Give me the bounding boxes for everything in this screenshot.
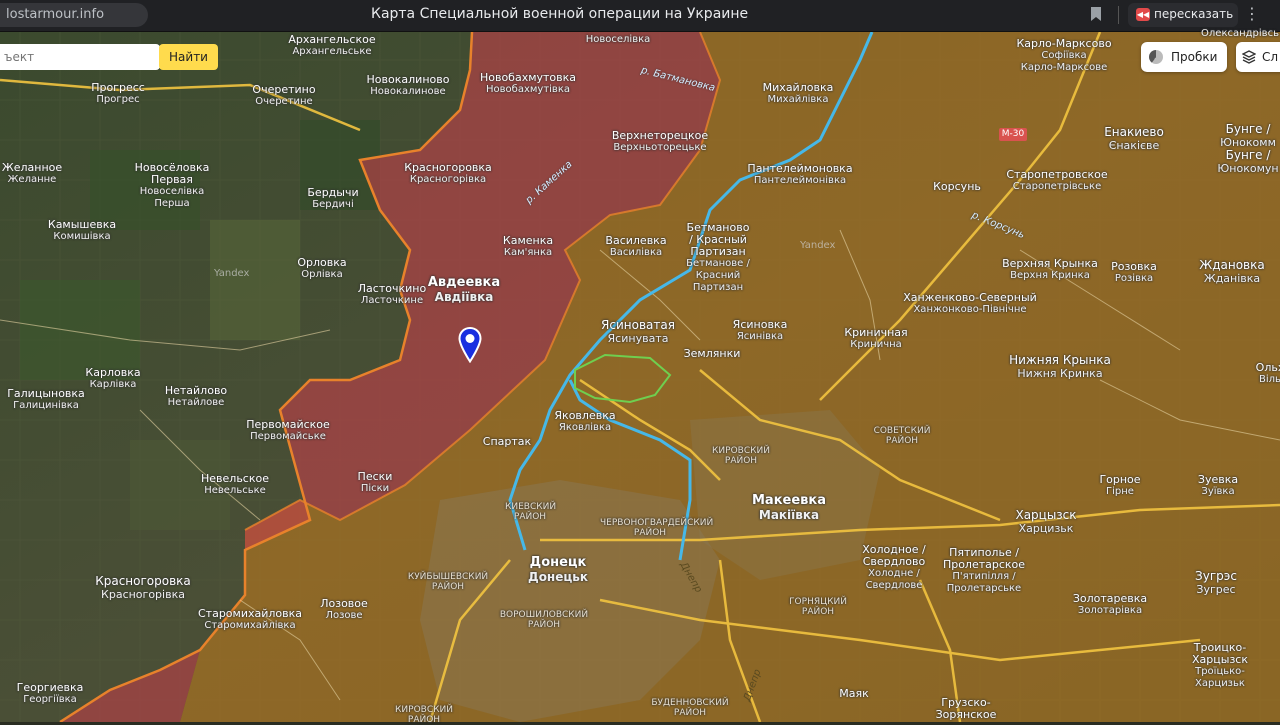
location-pin-icon[interactable]: [458, 327, 482, 363]
label-yakovlevka: Яковлевка Яковлівка: [554, 409, 616, 434]
label-berdychi: Бердычи Бердичі: [307, 186, 359, 211]
yandex-watermark: Yandex: [214, 268, 250, 279]
label-mayak: Маяк: [839, 687, 869, 700]
label-karlovka: Карловка Карлівка: [85, 366, 141, 391]
traffic-label: Пробки: [1171, 50, 1218, 64]
label-donetsk: Донецк Донецьк: [528, 555, 588, 585]
label-mikhaylovka: Михайловка Михайлівка: [762, 81, 834, 106]
label-kamyshevka: Камышевка Комишівка: [47, 218, 117, 243]
retell-label: пересказать: [1154, 7, 1234, 21]
label-bunge: Бунге / Юнокомм Бунге / Юнокомун: [1217, 122, 1279, 176]
label-enakievo: Енакиево Єнакієве: [1104, 125, 1164, 153]
label-gruzsko: Грузско- Зорянское: [935, 696, 997, 721]
label-aleksandrovka: Олександрівсь: [1201, 28, 1279, 39]
search-input[interactable]: [0, 44, 158, 70]
label-krasnogorovka-n: Красногоровка Красногорівка: [404, 161, 492, 186]
label-staromikhaylovka: Старомихайловка Старомихайлівка: [197, 607, 303, 632]
road-badge: М-30: [999, 128, 1027, 141]
address-bar[interactable]: lostarmour.info: [0, 3, 148, 27]
traffic-icon: [1149, 50, 1163, 64]
layers-icon: [1242, 50, 1256, 64]
label-karlo-marksovo: Карло-Марксово Софіївка Карло-Марксове: [1016, 37, 1112, 74]
label-nevelskoe: Невельское Невельське: [201, 472, 269, 497]
retell-icon: ◀◀: [1136, 8, 1150, 21]
label-nizh-krynka: Нижняя Крынка Нижня Кринка: [1009, 353, 1111, 381]
label-troitsko: Троицко- Харцызск Троїцько- Харцизьк: [1192, 641, 1248, 690]
label-panteleymonovka: Пантелеймоновка Пантелеймонівка: [747, 162, 853, 187]
label-kholodnoe: Холодное / Свердлово Холодне / Свердлове: [862, 543, 926, 592]
layers-button[interactable]: Сл: [1236, 42, 1280, 72]
page-title: Карта Специальной военной операции на Ук…: [371, 6, 749, 22]
label-budennovsky-district: БУДЕННОВСКИЙ РАЙОН: [651, 698, 729, 718]
label-sovetsky-district: СОВЕТСКИЙ РАЙОН: [873, 426, 931, 446]
label-peski: Пески Піски: [357, 470, 393, 495]
label-zhdanovka: Ждановка Жданівка: [1199, 258, 1265, 286]
toolbar-divider: [1118, 6, 1119, 24]
label-progress: Прогресс Прогрес: [91, 81, 145, 106]
label-ocheretino: Очеретино Очеретине: [252, 83, 316, 108]
label-makeevka: Макеевка Макіївка: [752, 493, 826, 523]
field-block: [20, 280, 140, 380]
label-zugres: Зугрэс Зугрес: [1195, 569, 1237, 597]
label-kamenka: Каменка Кам'янка: [502, 234, 554, 259]
label-zhelannoe: Желанное Желанне: [1, 161, 63, 186]
label-zolotarevka: Золотаревка Золотарівка: [1072, 592, 1148, 617]
label-novoselovka-pervaya: Новосёловка Первая Новоселівка Перша: [134, 161, 210, 210]
label-novobakhmutovka: Новобахмутовка Новобахмутівка: [479, 71, 577, 96]
label-verkhnyaya-krynka: Верхняя Крынка Верхня Кринка: [1002, 257, 1098, 282]
label-betmanovo: Бетманово / Красный Партизан Бетманове / …: [686, 221, 750, 294]
label-gornyatsky-district: ГОРНЯЦКИЙ РАЙОН: [789, 597, 847, 617]
label-krinichnaya: Криничная Кринична: [844, 326, 908, 351]
label-vasilevka: Василевка Василівка: [605, 234, 667, 259]
label-pervomayskoe: Первомайское Первомайське: [246, 418, 330, 443]
search-button[interactable]: Найти: [159, 44, 218, 70]
label-staropetrovskoe: Старопетровское Старопетрівське: [1006, 168, 1108, 193]
more-icon[interactable]: ⋮: [1244, 6, 1260, 22]
label-zuevka: Зуевка Зуївка: [1197, 473, 1239, 498]
label-orlovka: Орловка Орлівка: [297, 256, 347, 281]
label-kirovsky-mak-district: КИРОВСКИЙ РАЙОН: [712, 446, 770, 466]
label-khanzhenkovo: Ханженково-Северный Ханжонково-Північне: [903, 291, 1037, 316]
label-rozovka: Розовка Розівка: [1111, 260, 1157, 285]
label-kirovsky-don-district: КИРОВСКИЙ РАЙОН: [395, 705, 453, 725]
label-georgievka: Георгиевка Георгіївка: [16, 681, 84, 706]
label-gornoe: Горное Гірне: [1099, 473, 1141, 498]
field-block: [210, 220, 300, 340]
bookmark-icon[interactable]: [1090, 6, 1102, 22]
label-galitsynovka: Галицыновка Галицинівка: [7, 387, 85, 412]
label-verkhnetoretskoe: Верхнеторецкое Верхньоторецьке: [611, 129, 709, 154]
label-avdeevka: Авдеевка Авдіївка: [427, 275, 501, 305]
label-voroshilovsky-district: ВОРОШИЛОВСКИЙ РАЙОН: [499, 610, 589, 630]
label-yasinovka: Ясиновка Ясинівка: [732, 318, 788, 343]
label-lozovoe: Лозовое Лозове: [320, 597, 368, 622]
label-zemlyanki: Землянки: [683, 347, 741, 360]
url-text: lostarmour.info: [6, 7, 105, 22]
yandex-watermark-2: Yandex: [800, 240, 836, 251]
label-netaylovo: Нетайлово Нетайлове: [164, 384, 228, 409]
search-box: [0, 44, 160, 70]
label-chervonogvardeysky-district: ЧЕРВОНОГВАРДЕЙСКИЙ РАЙОН: [600, 518, 714, 538]
label-pyatipole: Пятиполье / Пролетарское П'ятипілля / Про…: [942, 546, 1026, 595]
label-lastochkino: Ласточкино Ласточкине: [357, 282, 427, 307]
label-olkhovatka: ОльхВіль: [1255, 361, 1280, 386]
label-novokalinovo: Новокалиново Новокалинове: [366, 73, 450, 98]
label-khartsyzsk: Харцызск Харцизьк: [1015, 508, 1077, 536]
label-spartak: Спартак: [482, 435, 532, 448]
browser-bar: lostarmour.info Карта Специальной военно…: [0, 0, 1280, 32]
retell-button[interactable]: ◀◀ пересказать: [1128, 3, 1238, 27]
label-kuybyshevsky-district: КУЙБЫШЕВСКИЙ РАЙОН: [407, 572, 489, 592]
label-kievsky-district: КИЕВСКИЙ РАЙОН: [505, 502, 557, 522]
layers-label: Сл: [1262, 50, 1279, 64]
label-novoselovka: Новоселівка: [585, 34, 651, 45]
traffic-button[interactable]: Пробки: [1141, 42, 1227, 72]
label-arkhangelskoe: Архангельское Архангельське: [288, 33, 376, 58]
label-yasinovataya: Ясиноватая Ясинувата: [601, 318, 675, 346]
label-krasnogorovka-sw: Красногоровка Красногорівка: [95, 574, 191, 602]
label-korsun: Корсунь: [933, 180, 981, 193]
map-canvas[interactable]: Архангельское Архангельське Новоселівка Н…: [0, 28, 1280, 725]
